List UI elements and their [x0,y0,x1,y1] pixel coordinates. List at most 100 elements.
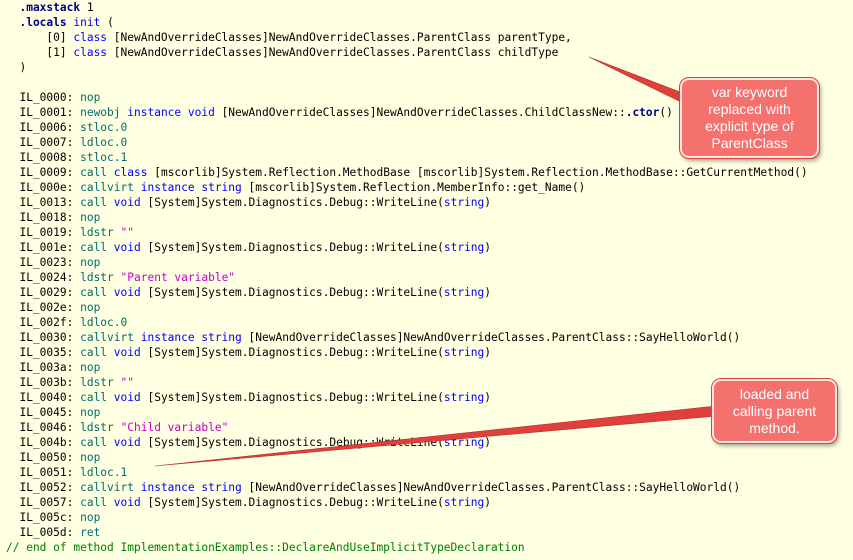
code-token: newobj [80,106,121,119]
code-line: IL_0029: call void [System]System.Diagno… [6,285,491,300]
code-line: IL_0045: nop [6,405,100,420]
code-token: nop [80,361,101,374]
code-token: void [113,286,141,299]
code-line: IL_005c: nop [6,510,100,525]
code-token: nop [80,256,101,269]
code-token: class [113,166,148,179]
code-line: IL_0023: nop [6,255,100,270]
code-token: string [443,436,485,449]
callout-calling-parent: loaded and calling parent method. [711,378,838,444]
code-token: 1 [80,1,94,14]
code-token: [System]System.Diagnostics.Debug::WriteL… [140,496,444,509]
callout-explicit-type-text: var keyword replaced with explicit type … [705,84,794,151]
code-token: IL_0024: [6,271,81,284]
code-token: [NewAndOverrideClasses]NewAndOverrideCla… [107,46,559,59]
code-line: IL_0019: ldstr "" [6,225,134,240]
code-token: call [80,496,108,509]
code-token: call [80,241,108,254]
code-token: IL_005d: [6,526,81,539]
code-token: class [73,31,108,44]
code-token: IL_0051: [6,466,81,479]
code-token: string [443,241,485,254]
code-token: string [443,196,485,209]
code-token: call [80,286,108,299]
code-line: // end of method ImplementationExamples:… [6,540,525,555]
code-line: IL_0009: call class [mscorlib]System.Ref… [6,165,807,180]
code-token: nop [80,301,101,314]
code-token: callvirt [80,181,134,194]
code-token: IL_0013: [6,196,81,209]
code-token: IL_0057: [6,496,81,509]
code-token: nop [80,211,101,224]
code-line: IL_002f: ldloc.0 [6,315,127,330]
code-token: ldstr [80,421,114,434]
code-token: // end of method ImplementationExamples:… [6,541,525,554]
code-token: ) [484,286,492,299]
code-token: "" [120,376,135,389]
code-token: void [113,391,141,404]
code-token: IL_003b: [6,376,81,389]
code-token: ret [80,526,101,539]
code-token: instance string [140,331,242,344]
code-token: IL_0052: [6,481,81,494]
code-token: ldstr [80,226,114,239]
callout-calling-parent-text: loaded and calling parent method. [732,385,817,436]
code-token: call [80,436,108,449]
code-line: IL_0000: nop [6,90,100,105]
code-token: instance void [127,106,215,119]
code-token: IL_0050: [6,451,81,464]
code-token: nop [80,91,101,104]
code-token: IL_0018: [6,211,81,224]
code-token: IL_0045: [6,406,81,419]
code-token: IL_0006: [6,121,81,134]
code-token: IL_000e: [6,181,81,194]
code-token: void [113,496,141,509]
code-token: IL_0030: [6,331,81,344]
code-token: .locals [6,16,67,29]
code-token: string [443,496,485,509]
code-token: IL_0023: [6,256,81,269]
code-token: IL_004b: [6,436,81,449]
code-line: ) [6,60,26,75]
code-line: IL_0001: newobj instance void [NewAndOve… [6,105,672,120]
code-token: ldloc.0 [80,316,128,329]
code-token: ldstr [80,376,114,389]
code-token: IL_0008: [6,151,81,164]
code-line: IL_0024: ldstr "Parent variable" [6,270,235,285]
code-token: [0] [6,31,74,44]
code-line: IL_0057: call void [System]System.Diagno… [6,495,491,510]
code-token: [System]System.Diagnostics.Debug::WriteL… [140,436,444,449]
code-token: IL_002f: [6,316,81,329]
code-token: string [443,286,485,299]
code-token: ) [484,436,492,449]
code-token: IL_0040: [6,391,81,404]
code-line: IL_0046: ldstr "Child variable" [6,420,228,435]
code-token: [1] [6,46,74,59]
code-token: ) [484,391,492,404]
code-token: IL_0007: [6,136,81,149]
code-token: string [443,346,485,359]
code-line: IL_0030: callvirt instance string [NewAn… [6,330,740,345]
code-token: ) [484,241,492,254]
code-token: [NewAndOverrideClasses]NewAndOverrideCla… [214,106,626,119]
code-token: IL_0035: [6,346,81,359]
code-token: IL_0009: [6,166,81,179]
code-line: IL_0006: stloc.0 [6,120,127,135]
code-token: nop [80,451,101,464]
code-token: call [80,346,108,359]
code-line: IL_000e: callvirt instance string [mscor… [6,180,585,195]
code-line: IL_0018: nop [6,210,100,225]
callout-explicit-type: var keyword replaced with explicit type … [679,77,820,159]
code-token: IL_005c: [6,511,81,524]
